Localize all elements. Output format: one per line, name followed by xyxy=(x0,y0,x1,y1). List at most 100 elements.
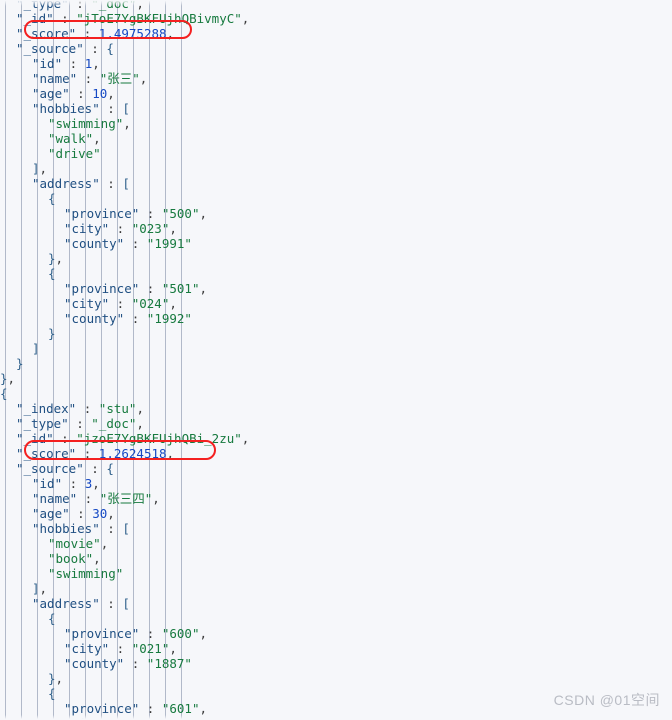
json-punctuation: : xyxy=(83,461,107,476)
code-line: "city" : "023", xyxy=(64,221,177,236)
json-key: "province" xyxy=(64,281,140,296)
code-line: "county" : "1991" xyxy=(64,236,192,251)
json-punctuation: , xyxy=(136,0,144,11)
code-line: "age" : 30, xyxy=(32,506,115,521)
json-punctuation: : xyxy=(62,476,85,491)
code-line: "_index" : "stu", xyxy=(16,401,144,416)
json-key: "_index" xyxy=(16,401,77,416)
json-punctuation: , xyxy=(92,476,100,491)
json-key: "_score" xyxy=(16,26,77,41)
code-line: { xyxy=(48,611,56,626)
code-line: "id" : 3, xyxy=(32,476,100,491)
json-punctuation: : xyxy=(139,701,162,716)
csdn-watermark: CSDN @01空间 xyxy=(553,692,660,708)
code-line: "movie", xyxy=(48,536,108,551)
code-line: }, xyxy=(48,251,63,266)
json-string-value: "1991" xyxy=(146,236,192,251)
json-punctuation: : xyxy=(68,0,92,11)
json-punctuation: , xyxy=(152,491,160,506)
json-bracket: ] xyxy=(32,341,40,356)
json-punctuation: : xyxy=(109,221,132,236)
json-punctuation: , xyxy=(169,716,177,720)
json-punctuation: , xyxy=(166,26,175,41)
json-punctuation: , xyxy=(241,431,250,446)
json-bracket: } xyxy=(48,326,56,341)
code-line: "address" : [ xyxy=(32,176,130,191)
json-number-value: 1.2624518 xyxy=(98,446,167,461)
json-string-value: "stu" xyxy=(98,401,137,416)
json-punctuation: : xyxy=(124,236,147,251)
code-line: "province" : "501", xyxy=(64,281,207,296)
code-line: "book", xyxy=(48,551,101,566)
json-string-value: "1992" xyxy=(146,311,192,326)
json-key: "address" xyxy=(32,596,100,611)
code-line: "name" : "张三四", xyxy=(32,491,160,506)
code-line: "_type" : "_doc", xyxy=(16,416,144,431)
json-punctuation: , xyxy=(169,641,177,656)
json-punctuation: : xyxy=(139,206,162,221)
json-key: "id" xyxy=(32,56,63,71)
json-string-value: "023" xyxy=(131,221,170,236)
json-punctuation: : xyxy=(77,71,100,86)
json-punctuation: : xyxy=(76,26,99,41)
json-punctuation: , xyxy=(39,161,48,176)
json-punctuation: , xyxy=(92,56,100,71)
json-key: "county" xyxy=(64,311,125,326)
json-bracket: } xyxy=(16,356,24,371)
code-line: "_source" : { xyxy=(16,41,114,56)
json-punctuation: : xyxy=(53,431,77,446)
json-key: "_id" xyxy=(16,11,54,26)
code-line: "_score" : 1.4975288, xyxy=(16,26,174,41)
json-key: "hobbies" xyxy=(32,521,100,536)
json-bracket: { xyxy=(106,461,114,476)
code-line: "drive" xyxy=(48,146,101,161)
indent-guide-8 xyxy=(133,0,134,720)
json-punctuation: , xyxy=(241,11,250,26)
code-line: ], xyxy=(32,581,47,596)
json-punctuation: : xyxy=(83,41,107,56)
json-bracket: [ xyxy=(122,596,130,611)
code-line: ] xyxy=(32,341,40,356)
json-string-value: "021" xyxy=(131,641,170,656)
json-string-value: "book" xyxy=(48,551,94,566)
json-bracket: } xyxy=(0,371,8,386)
json-punctuation: : xyxy=(77,491,100,506)
code-line: "city" : "021", xyxy=(64,641,177,656)
json-punctuation: : xyxy=(124,311,147,326)
json-response-viewer[interactable]: "_type" : "_doc", "_id" : "jToE7YgBKFUjhQ… xyxy=(0,0,672,720)
json-bracket: [ xyxy=(122,521,130,536)
code-line: "swimming", xyxy=(48,116,131,131)
json-string-value: "_doc" xyxy=(91,0,137,11)
code-line: }, xyxy=(0,371,15,386)
code-line: "province" : "600", xyxy=(64,626,207,641)
code-line: { xyxy=(48,266,56,281)
code-line: { xyxy=(48,191,56,206)
code-line: "_id" : "jToE7YgBKFUjhQBivmyC", xyxy=(16,11,249,26)
code-line: "county" : "1992" xyxy=(64,311,192,326)
indent-guide-11 xyxy=(181,0,182,720)
indent-guide-9 xyxy=(149,0,150,720)
json-string-value: "1887" xyxy=(146,656,192,671)
json-string-value: "601" xyxy=(161,701,200,716)
code-line: "swimming" xyxy=(48,566,123,581)
json-key: "id" xyxy=(32,476,63,491)
json-punctuation: , xyxy=(169,221,177,236)
json-string-value: "movie" xyxy=(48,536,101,551)
json-punctuation: : xyxy=(99,596,123,611)
json-punctuation: : xyxy=(109,716,132,720)
json-key: "name" xyxy=(32,491,78,506)
json-punctuation: : xyxy=(124,656,147,671)
json-string-value: "501" xyxy=(161,281,200,296)
json-punctuation: , xyxy=(136,401,144,416)
json-punctuation: , xyxy=(199,626,208,641)
json-key: "county" xyxy=(64,236,125,251)
json-string-value: "024" xyxy=(131,296,170,311)
json-key: "city" xyxy=(64,716,109,720)
json-punctuation: , xyxy=(100,536,109,551)
json-punctuation: : xyxy=(69,506,93,521)
json-string-value: "jToE7YgBKFUjhQBivmyC" xyxy=(76,11,242,26)
json-string-value: "022" xyxy=(132,716,170,720)
json-number-value: 10 xyxy=(92,86,108,101)
json-key: "province" xyxy=(64,206,140,221)
json-string-value: "500" xyxy=(161,206,200,221)
